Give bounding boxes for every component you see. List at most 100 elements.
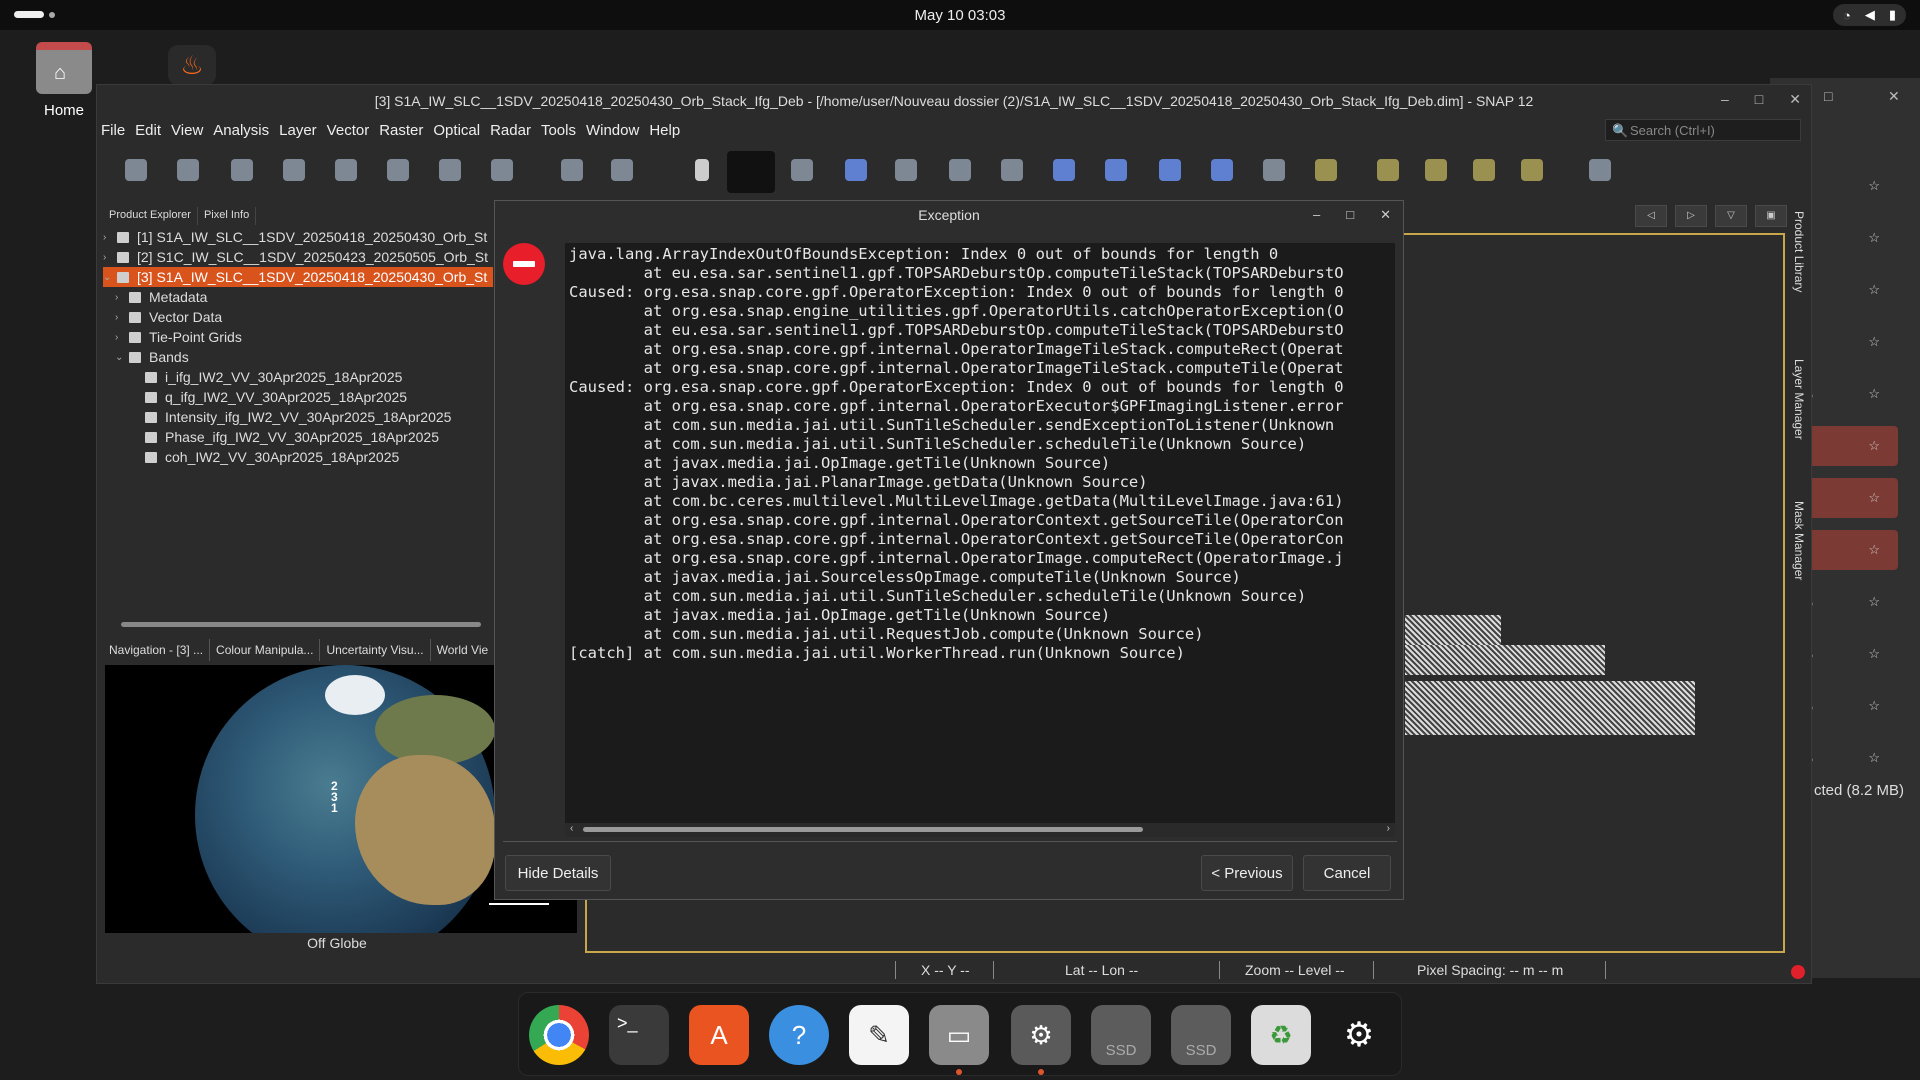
polygon-tool-icon[interactable] [1105, 159, 1127, 181]
close-icon[interactable]: ✕ [1789, 91, 1801, 108]
panel-2-icon[interactable] [1425, 159, 1447, 181]
scroll-right-icon[interactable]: › [1387, 823, 1390, 834]
hide-details-button[interactable]: Hide Details [505, 855, 611, 891]
close-icon[interactable]: ✕ [1888, 88, 1900, 105]
star-icon[interactable]: ☆ [1868, 490, 1880, 506]
star-icon[interactable]: ☆ [1868, 542, 1880, 558]
menu-analysis[interactable]: Analysis [213, 122, 269, 139]
next-view-icon[interactable]: ▷ [1675, 205, 1707, 227]
previous-button[interactable]: < Previous [1201, 855, 1293, 891]
folder-icon[interactable] [1521, 159, 1543, 181]
line-tool-icon[interactable] [949, 159, 971, 181]
menu-layer[interactable]: Layer [279, 122, 317, 139]
pixel-grid-icon[interactable] [611, 159, 633, 181]
chrome-icon[interactable] [529, 1005, 589, 1065]
menu-tools[interactable]: Tools [541, 122, 576, 139]
menu-help[interactable]: Help [649, 122, 680, 139]
clock[interactable]: May 10 03:03 [915, 7, 1006, 24]
tab-world-view[interactable]: World Vie [431, 639, 496, 661]
text-editor-icon[interactable]: ✎ [849, 1005, 909, 1065]
panel-1-icon[interactable] [1377, 159, 1399, 181]
show-apps-icon[interactable]: ⚙ [1329, 1005, 1389, 1065]
star-icon[interactable]: ☆ [1868, 750, 1880, 766]
stack-trace[interactable]: java.lang.ArrayIndexOutOfBoundsException… [565, 243, 1395, 823]
range-finder-icon[interactable] [1211, 159, 1233, 181]
save-product-icon[interactable] [177, 159, 199, 181]
star-icon[interactable]: ☆ [1868, 282, 1880, 298]
ssd-drive-icon[interactable]: SSD [1091, 1005, 1151, 1065]
tab-mask-manager[interactable]: Mask Manager [1792, 501, 1806, 580]
tree-band-phase[interactable]: Phase_ifg_IW2_VV_30Apr2025_18Apr2025 [103, 427, 493, 447]
star-icon[interactable]: ☆ [1868, 334, 1880, 350]
pixel-pos-icon[interactable] [561, 159, 583, 181]
tab-product-library[interactable]: Product Library [1792, 211, 1806, 292]
app-center-icon[interactable]: A [689, 1005, 749, 1065]
measure-icon[interactable] [1263, 159, 1285, 181]
tree-band-coh[interactable]: coh_IW2_VV_30Apr2025_18Apr2025 [103, 447, 493, 467]
dialog-titlebar[interactable]: Exception – □ ✕ [495, 201, 1403, 229]
prev-view-icon[interactable]: ◁ [1635, 205, 1667, 227]
tree-metadata[interactable]: › Metadata [103, 287, 493, 307]
menu-radar[interactable]: Radar [490, 122, 531, 139]
home-desktop-icon[interactable]: ⌂ Home [30, 42, 98, 119]
rectangle-tool-icon[interactable] [1053, 159, 1075, 181]
dropdown-view-icon[interactable]: ▽ [1715, 205, 1747, 227]
tree-vector-data[interactable]: › Vector Data [103, 307, 493, 327]
tab-pixel-info[interactable]: Pixel Info [198, 207, 257, 225]
gcp-icon[interactable] [439, 159, 461, 181]
star-icon[interactable]: ☆ [1868, 438, 1880, 454]
tab-layer-manager[interactable]: Layer Manager [1792, 359, 1806, 440]
open-product-icon[interactable] [125, 159, 147, 181]
zoom-tool-icon[interactable] [791, 159, 813, 181]
settings-icon[interactable]: ⚙ [1011, 1005, 1071, 1075]
magic-wand-icon[interactable] [1315, 159, 1337, 181]
panel-3-icon[interactable] [1473, 159, 1495, 181]
menu-edit[interactable]: Edit [135, 122, 161, 139]
scroll-left-icon[interactable]: ‹ [570, 823, 573, 834]
explorer-scrollbar[interactable] [107, 619, 491, 629]
menu-file[interactable]: File [101, 122, 125, 139]
pan-tool-icon[interactable] [727, 151, 775, 193]
tab-navigation[interactable]: Navigation - [3] ... [103, 639, 211, 661]
ssd-drive-icon-2[interactable]: SSD [1171, 1005, 1231, 1065]
menu-raster[interactable]: Raster [379, 122, 423, 139]
cancel-button[interactable]: Cancel [1303, 855, 1391, 891]
select-tool-icon[interactable] [695, 159, 709, 181]
ellipse-tool-icon[interactable] [1159, 159, 1181, 181]
minimize-icon[interactable]: – [1313, 207, 1320, 223]
help-icon[interactable]: ? [769, 1005, 829, 1065]
tree-product-3[interactable]: ⌄ [3] S1A_IW_SLC__1SDV_20250418_20250430_… [103, 267, 493, 287]
stack-icon[interactable] [387, 159, 409, 181]
snap-app-icon[interactable]: ♨ [168, 45, 216, 85]
close-icon[interactable]: ✕ [1380, 207, 1391, 223]
trace-scrollbar[interactable]: ‹ › [565, 823, 1395, 837]
menu-window[interactable]: Window [586, 122, 639, 139]
batch-processing-icon[interactable] [283, 159, 305, 181]
files-icon[interactable]: ▭ [929, 1005, 989, 1075]
gcp-tool-icon[interactable] [895, 159, 917, 181]
graph-builder-icon[interactable] [231, 159, 253, 181]
tab-colour-manipulation[interactable]: Colour Manipula... [210, 639, 321, 661]
maximize-icon[interactable]: □ [1346, 207, 1354, 223]
layer-icon[interactable] [491, 159, 513, 181]
terminal-icon[interactable]: >_ [609, 1005, 669, 1065]
tree-band-intensity[interactable]: Intensity_ifg_IW2_VV_30Apr2025_18Apr2025 [103, 407, 493, 427]
star-icon[interactable]: ☆ [1868, 646, 1880, 662]
tree-product-1[interactable]: › [1] S1A_IW_SLC__1SDV_20250418_20250430_… [103, 227, 493, 247]
tab-uncertainty[interactable]: Uncertainty Visu... [320, 639, 431, 661]
tree-band-i[interactable]: i_ifg_IW2_VV_30Apr2025_18Apr2025 [103, 367, 493, 387]
chart-icon[interactable] [1589, 159, 1611, 181]
grid-icon[interactable] [335, 159, 357, 181]
error-indicator-icon[interactable] [1791, 965, 1805, 979]
window-titlebar[interactable]: [3] S1A_IW_SLC__1SDV_20250418_20250430_O… [97, 85, 1811, 117]
star-icon[interactable]: ☆ [1868, 698, 1880, 714]
menu-view[interactable]: View [171, 122, 203, 139]
star-icon[interactable]: ☆ [1868, 386, 1880, 402]
star-icon[interactable]: ☆ [1868, 594, 1880, 610]
tree-tie-point-grids[interactable]: › Tie-Point Grids [103, 327, 493, 347]
pin-tool-icon[interactable] [845, 159, 867, 181]
minimize-icon[interactable]: – [1721, 91, 1729, 108]
menu-vector[interactable]: Vector [327, 122, 370, 139]
activities-button[interactable] [14, 11, 55, 18]
star-icon[interactable]: ☆ [1868, 178, 1880, 194]
